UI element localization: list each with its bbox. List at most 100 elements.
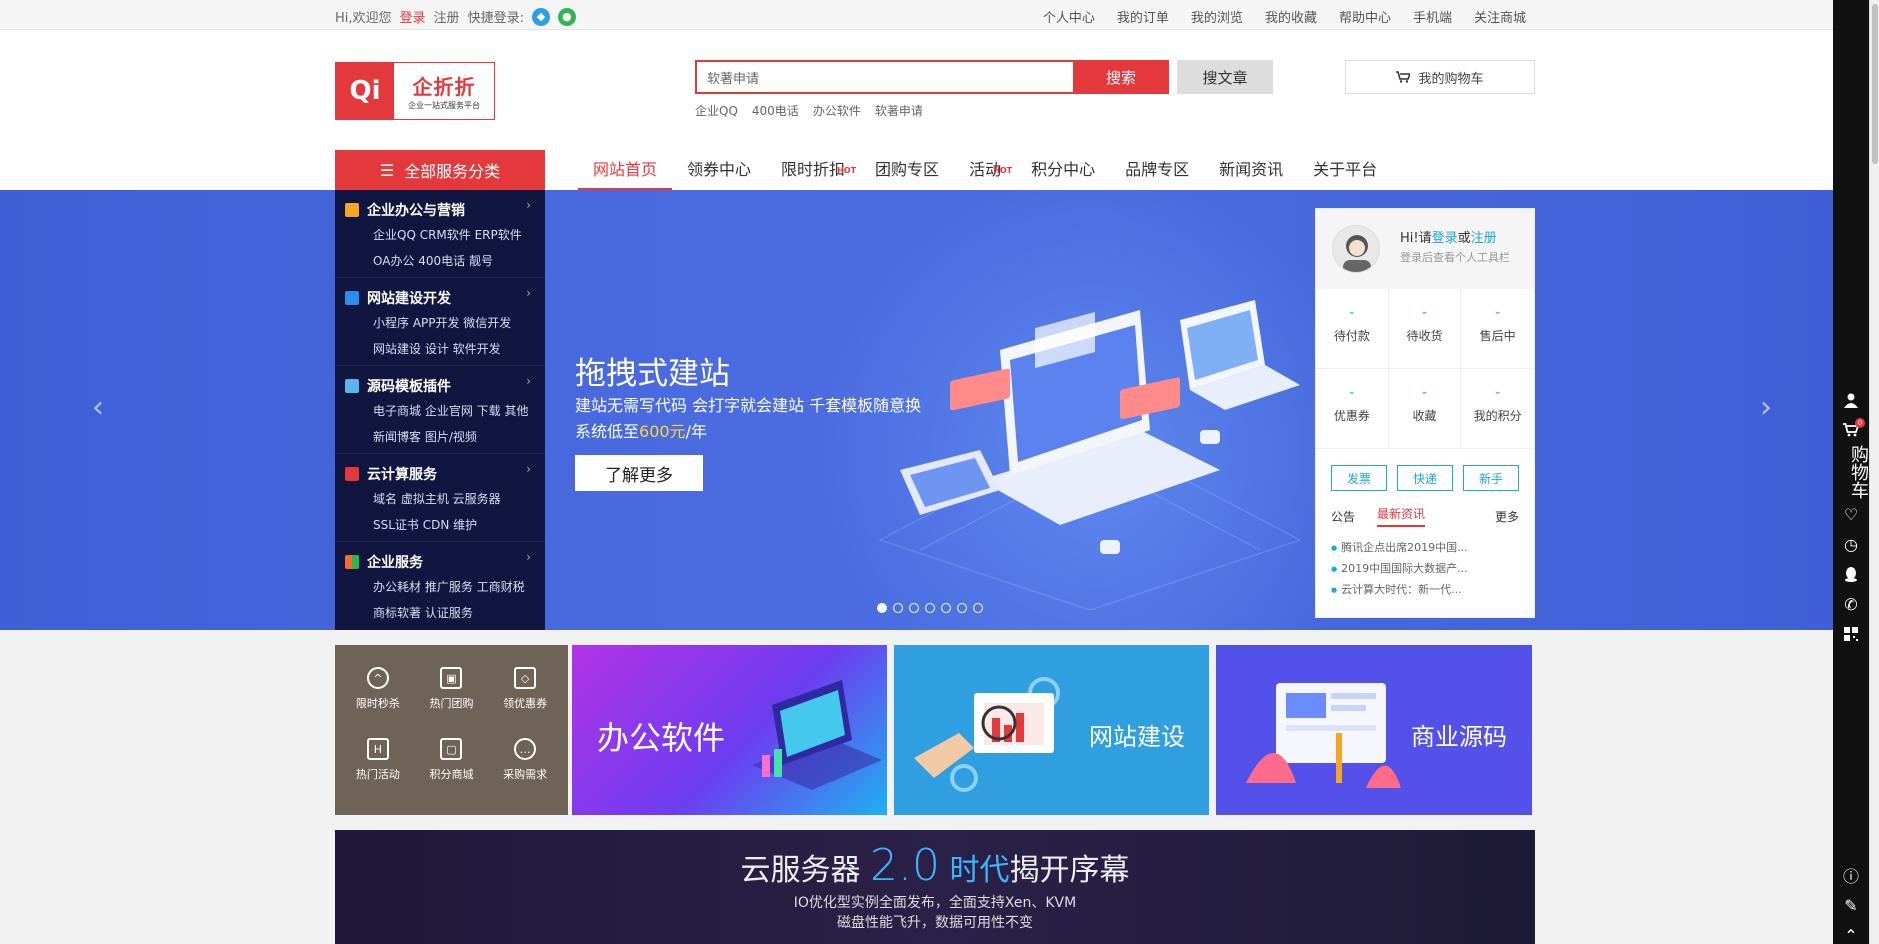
category-cloud[interactable]: 云计算服务 › 域名 虚拟主机 云服务器 SSL证书 CDN 维护 [335,454,545,542]
quick-hot-activity[interactable]: H 热门活动 [341,730,415,801]
chevron-right-icon: › [526,550,531,564]
register-link[interactable]: 注册 [434,7,460,26]
cart-button[interactable]: 我的购物车 [1345,60,1535,94]
hot-keyword[interactable]: 企业QQ [695,102,738,119]
avatar[interactable] [1332,225,1380,273]
category-links[interactable]: OA办公 400电话 靓号 [335,248,545,274]
qq-login-icon[interactable]: ◆ [531,7,550,26]
invoice-button[interactable]: 发票 [1331,465,1387,491]
nav-about[interactable]: 关于平台 [1298,150,1392,190]
nav-discount[interactable]: 限时折扣 HOT [766,150,860,190]
news-item[interactable]: 云计算大时代：新一代... [1331,579,1519,600]
category-links[interactable]: SSL证书 CDN 维护 [335,512,545,538]
nav-coupons[interactable]: 领券中心 [672,150,766,190]
learn-more-button[interactable]: 了解更多 [575,455,703,491]
stat-pending-payment[interactable]: - 待付款 [1316,289,1389,369]
all-categories-button[interactable]: ☰ 全部服务分类 [335,150,545,190]
express-button[interactable]: 快递 [1397,465,1453,491]
banner-dot[interactable] [877,603,887,613]
banner-dot[interactable] [941,603,951,613]
category-links[interactable]: 域名 虚拟主机 云服务器 [335,486,545,512]
quick-flash-sale[interactable]: ^ 限时秒杀 [341,659,415,730]
phone-icon[interactable]: ✆ [1833,589,1869,619]
top-link-history[interactable]: 我的浏览 [1191,7,1243,26]
search-button[interactable]: 搜索 [1073,60,1169,94]
banner-dot[interactable] [957,603,967,613]
news-item[interactable]: 2019中国国际大数据产... [1331,558,1519,579]
edit-feedback-icon[interactable]: ✎ [1833,890,1869,920]
category-links[interactable]: 企业QQ CRM软件 ERP软件 [335,222,545,248]
stat-coupons[interactable]: - 优惠券 [1316,369,1389,449]
top-link-favorites[interactable]: 我的收藏 [1265,7,1317,26]
nav-points[interactable]: 积分中心 [1016,150,1110,190]
top-link-follow[interactable]: 关注商城 [1474,7,1526,26]
banner-dot[interactable] [893,603,903,613]
hot-keyword[interactable]: 软著申请 [875,102,923,119]
quick-points-mall[interactable]: ▢ 积分商城 [415,730,489,801]
category-links[interactable]: 电子商城 企业官网 下载 其他 [335,398,545,424]
category-links[interactable]: 商标软著 认证服务 [335,600,545,626]
nav-brands[interactable]: 品牌专区 [1110,150,1204,190]
nav-activity[interactable]: 活动 HOT [954,150,1016,190]
tile-office-software[interactable]: 办公软件 [572,645,887,815]
qq-service-icon[interactable] [1833,559,1869,589]
tile-web-building[interactable]: 网站建设 [894,645,1209,815]
toolbar-cart-label[interactable]: 购物车 [1833,445,1869,499]
banner-dot[interactable] [925,603,935,613]
nav-home[interactable]: 网站首页 [578,150,673,190]
price-value: 600元 [639,422,686,441]
quick-group-buy[interactable]: ▣ 热门团购 [415,659,489,730]
login-link[interactable]: 登录 [400,7,426,26]
scrollbar-thumb[interactable] [1872,4,1878,164]
newbie-button[interactable]: 新手 [1463,465,1519,491]
category-source-templates[interactable]: 源码模板插件 › 电子商城 企业官网 下载 其他 新闻博客 图片/视频 [335,366,545,454]
nav-group-buy[interactable]: 团购专区 [860,150,954,190]
top-link-help[interactable]: 帮助中心 [1339,7,1391,26]
back-to-top-icon[interactable]: ⌃ [1833,920,1869,944]
category-links[interactable]: 办公耗材 推广服务 工商财税 [335,574,545,600]
top-link-mobile[interactable]: 手机端 [1413,7,1452,26]
top-link-orders[interactable]: 我的订单 [1117,7,1169,26]
quick-coupon[interactable]: ◇ 领优惠券 [488,659,562,730]
stat-pending-receipt[interactable]: - 待收货 [1388,289,1462,369]
tab-notice[interactable]: 公告 [1331,508,1355,525]
user-icon[interactable] [1833,385,1869,415]
tab-latest-news[interactable]: 最新资讯 [1377,505,1426,527]
search-input[interactable]: 软著申请 [695,60,1073,94]
stat-value: - [1495,385,1501,401]
info-icon[interactable]: ⓘ [1833,860,1869,890]
stat-favorites[interactable]: - 收藏 [1388,369,1462,449]
user-register-link[interactable]: 注册 [1471,231,1497,246]
tile-business-source[interactable]: 商业源码 [1216,645,1532,815]
top-link-user-center[interactable]: 个人中心 [1043,7,1095,26]
category-office-marketing[interactable]: 企业办公与营销 › 企业QQ CRM软件 ERP软件 OA办公 400电话 靓号 [335,190,545,278]
category-web-dev[interactable]: 网站建设开发 › 小程序 APP开发 微信开发 网站建设 设计 软件开发 [335,278,545,366]
category-links[interactable]: 小程序 APP开发 微信开发 [335,310,545,336]
qrcode-icon[interactable] [1833,619,1869,649]
h-icon: H [366,738,389,760]
banner-prev-icon[interactable]: ‹ [92,390,104,425]
stat-points[interactable]: - 我的积分 [1461,369,1534,449]
category-links[interactable]: 网站建设 设计 软件开发 [335,336,545,362]
news-more-link[interactable]: 更多 [1495,508,1519,525]
category-links[interactable]: 新闻博客 图片/视频 [335,424,545,450]
hot-keyword[interactable]: 办公软件 [813,102,861,119]
page-scrollbar[interactable] [1869,0,1879,944]
cloud-server-banner[interactable]: 云服务器 2.0 时代揭开序幕 IO优化型实例全面发布，全面支持Xen、KVM … [335,830,1535,944]
banner-dot[interactable] [973,603,983,613]
nav-news[interactable]: 新闻资讯 [1204,150,1298,190]
hero-banner[interactable]: ‹ › 拖拽式建站 建站无需写代码 会打字就会建站 千套模板随意换 系统低至60… [0,190,1833,630]
search-article-button[interactable]: 搜文章 [1177,60,1273,94]
banner-dot[interactable] [909,603,919,613]
news-item[interactable]: 腾讯企点出席2019中国... [1331,537,1519,558]
stat-after-sales[interactable]: - 售后中 [1461,289,1534,369]
user-login-link[interactable]: 登录 [1432,231,1458,246]
site-logo[interactable]: Qi 企折折 企业一站式服务平台 [335,62,495,120]
banner-next-icon[interactable]: › [1760,390,1772,425]
quick-purchase[interactable]: … 采购需求 [488,730,562,801]
history-clock-icon[interactable]: ◷ [1833,529,1869,559]
heart-icon[interactable]: ♡ [1833,499,1869,529]
hot-keyword[interactable]: 400电话 [752,102,799,119]
category-enterprise-services[interactable]: 企业服务 › 办公耗材 推广服务 工商财税 商标软著 认证服务 [335,542,545,630]
wechat-login-icon[interactable]: ● [557,7,576,26]
